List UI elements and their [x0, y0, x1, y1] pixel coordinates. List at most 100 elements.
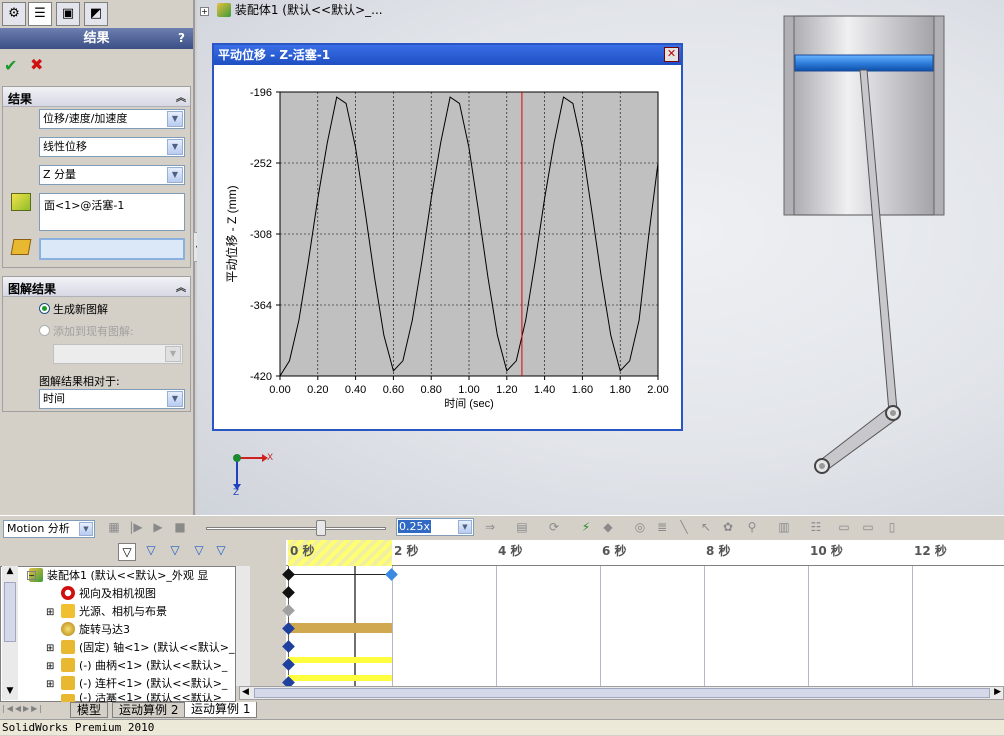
x-tick-label: 1.80 [609, 384, 630, 396]
collapse-manager-icon[interactable]: ▭ [836, 519, 852, 535]
plot-window[interactable]: 平动位移 - Z-活塞-1 ✕ 0.00 0.20 0.40 0.60 0.80 1.00… [212, 43, 683, 431]
tree-item-shaft[interactable]: (固定) 轴<1> (默认<<默认>_ [61, 639, 234, 657]
timeline-tracks[interactable] [282, 566, 1004, 689]
calculate-icon[interactable]: ▦ [106, 519, 122, 535]
selection-item[interactable]: 面<1>@活塞-1 [44, 199, 124, 212]
stop-icon[interactable]: ■ [172, 519, 188, 535]
expand-icon[interactable]: ⊞ [46, 661, 54, 672]
motor-icon[interactable]: ◎ [632, 519, 648, 535]
scroll-left-icon[interactable]: ◀ [242, 687, 249, 697]
scroll-thumb[interactable] [254, 688, 990, 698]
scroll-right-icon[interactable]: ▶ [994, 687, 1001, 697]
scroll-up-icon[interactable]: ▲ [2, 566, 18, 580]
subcategory-select[interactable]: 线性位移 ▼ [39, 137, 185, 157]
playback-mode-icon[interactable]: ⇒ [482, 519, 498, 535]
chevron-down-icon[interactable]: ▼ [167, 391, 183, 407]
selection-list[interactable]: 面<1>@活塞-1 [39, 193, 185, 231]
collapse-icon[interactable]: − [27, 571, 36, 580]
configuration-manager-icon[interactable]: ▣ [56, 2, 80, 26]
save-animation-icon[interactable]: ▤ [514, 519, 530, 535]
help-button[interactable]: ? [178, 28, 185, 49]
expand-icon[interactable]: ⊞ [46, 643, 54, 654]
add-key-icon[interactable]: ◆ [600, 519, 616, 535]
key-point-end[interactable] [385, 568, 398, 581]
filter-driving-icon[interactable]: ▽ [142, 543, 160, 561]
playback-slider-thumb[interactable] [316, 520, 326, 536]
play-icon[interactable]: ▶ [150, 519, 166, 535]
tree-item-rod[interactable]: (-) 连杆<1> (默认<<默认>_ [61, 675, 227, 693]
tree-item-crank[interactable]: (-) 曲柄<1> (默认<<默认>_ [61, 657, 227, 675]
results-group-header[interactable]: 结果 ︽ [3, 87, 190, 107]
tree-item-motor[interactable]: 旋转马达3 [61, 621, 130, 639]
study-type-value: Motion 分析 [7, 522, 70, 535]
expand-icon[interactable]: ⊞ [46, 607, 54, 618]
study-properties-icon[interactable]: ☷ [808, 519, 824, 535]
chevron-down-icon[interactable]: ▼ [79, 522, 93, 536]
property-manager-icon[interactable]: ☰ [28, 2, 52, 26]
category-select[interactable]: 位移/速度/加速度 ▼ [39, 109, 185, 129]
chevron-down-icon[interactable]: ▼ [458, 520, 472, 534]
display-manager-icon[interactable]: ◩ [84, 2, 108, 26]
chevron-down-icon[interactable]: ▼ [167, 111, 183, 127]
flyout-tree-root[interactable]: + 装配体1 (默认<<默认>_... [200, 1, 383, 18]
camera-view-icon [61, 586, 75, 600]
autokey-icon[interactable]: ⚡ [578, 519, 594, 535]
playback-speed-select[interactable]: 0.25x ▼ [396, 518, 474, 536]
tab-study-2[interactable]: 运动算例 2 [112, 702, 186, 718]
window-icon[interactable]: ▯ [884, 519, 900, 535]
radio-new-plot[interactable]: 生成新图解 [39, 301, 108, 317]
filter-animated-icon[interactable]: ▽ [118, 543, 136, 561]
radio-selected-icon[interactable] [39, 303, 50, 314]
auto-fit-icon[interactable]: ▽ [212, 543, 230, 561]
expand-icon[interactable]: ⊞ [46, 679, 54, 690]
damper-icon[interactable]: ╲ [676, 519, 692, 535]
chevron-down-icon[interactable]: ▼ [167, 139, 183, 155]
ok-icon[interactable]: ✔ [4, 56, 17, 75]
chevron-down-icon[interactable]: ▼ [167, 167, 183, 183]
plot-titlebar[interactable]: 平动位移 - Z-活塞-1 ✕ [214, 45, 681, 65]
tree-item-view[interactable]: 视向及相机视图 [61, 585, 156, 603]
motor-track-bar [288, 623, 392, 633]
tree-vertical-scrollbar[interactable]: ▲ ▼ [2, 566, 18, 700]
tree-item-assembly[interactable]: 装配体1 (默认<<默认>_外观 显 [29, 567, 208, 585]
tab-study-1[interactable]: 运动算例 1 [184, 702, 258, 718]
cancel-icon[interactable]: ✖ [30, 55, 43, 74]
reference-input[interactable] [39, 238, 185, 260]
x-axis-title: 时间 (sec) [444, 397, 494, 410]
expand-manager-icon[interactable]: ▭ [860, 519, 876, 535]
mechanism-model[interactable] [757, 10, 957, 490]
timeline-ruler[interactable]: 0 秒 2 秒 4 秒 6 秒 8 秒 10 秒 12 秒 [286, 540, 1004, 566]
filter-selected-icon[interactable]: ▽ [166, 543, 184, 561]
study-type-select[interactable]: Motion 分析 ▼ [3, 520, 95, 538]
timeline-splitter[interactable] [236, 566, 250, 686]
tab-model[interactable]: 模型 [70, 702, 109, 718]
playback-slider-track[interactable] [206, 527, 386, 530]
feature-manager-icon[interactable]: ⚙ [2, 2, 26, 26]
component-select[interactable]: Z 分量 ▼ [39, 165, 185, 185]
displacement-chart: 0.00 0.20 0.40 0.60 0.80 1.00 1.20 1.40 1.60 1.80… [224, 87, 669, 410]
plot-results-header[interactable]: 图解结果 ︽ [3, 277, 190, 297]
motion-tree[interactable]: 装配体1 (默认<<默认>_外观 显 视向及相机视图 光源、相机与布景 旋转马达… [0, 566, 236, 703]
play-from-start-icon[interactable]: |▶ [128, 519, 144, 535]
radio-unselected-icon [39, 325, 50, 336]
spring-icon[interactable]: ≣ [654, 519, 670, 535]
time-tick-label: 4 秒 [498, 544, 523, 558]
animation-wizard-icon[interactable]: ⟳ [546, 519, 562, 535]
expand-icon[interactable]: + [200, 7, 209, 16]
timeline-horizontal-scrollbar[interactable]: ◀ ▶ [239, 686, 1004, 700]
close-icon[interactable]: ✕ [664, 47, 679, 62]
scroll-down-icon[interactable]: ▼ [2, 686, 18, 700]
motor-icon [61, 622, 75, 636]
time-tick-label: 6 秒 [602, 544, 627, 558]
collapse-icon[interactable]: ︽ [176, 89, 186, 104]
results-plots-icon[interactable]: ▥ [776, 519, 792, 535]
collapse-icon[interactable]: ︽ [176, 279, 186, 294]
scroll-thumb[interactable] [4, 582, 16, 642]
tab-nav-arrows[interactable]: |◀◀▶▶| [2, 704, 68, 717]
force-icon[interactable]: ↖ [698, 519, 714, 535]
filter-results-icon[interactable]: ▽ [190, 543, 208, 561]
relative-to-select[interactable]: 时间 ▼ [39, 389, 185, 409]
tree-item-lights[interactable]: 光源、相机与布景 [61, 603, 167, 621]
contact-icon[interactable]: ✿ [720, 519, 736, 535]
gravity-icon[interactable]: ⚲ [744, 519, 760, 535]
